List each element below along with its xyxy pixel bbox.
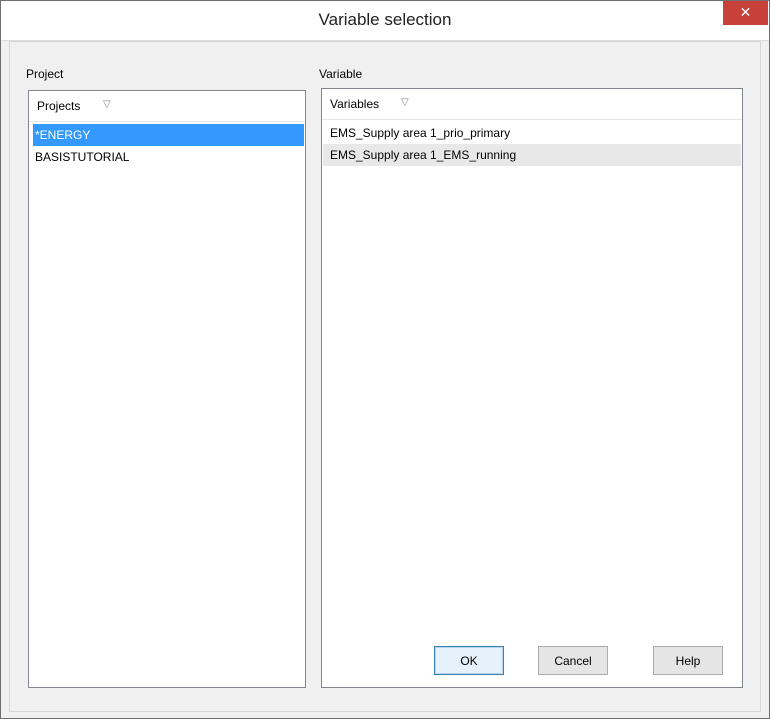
variables-list[interactable]: Variables ▽ EMS_Supply area 1_prio_prima… (321, 88, 743, 688)
project-group-label: Project (26, 67, 64, 81)
dialog-body: Project Projects ▽ *ENERGY BASISTUTORIAL… (9, 41, 761, 712)
title-bar: Variable selection ✕ (1, 1, 769, 41)
variable-group-label: Variable (319, 67, 363, 81)
close-button[interactable]: ✕ (723, 1, 768, 25)
projects-header[interactable]: Projects ▽ (29, 91, 305, 122)
filter-icon[interactable]: ▽ (103, 99, 111, 110)
list-item-variable[interactable]: EMS_Supply area 1_EMS_running (323, 144, 741, 166)
list-item-project[interactable]: BASISTUTORIAL (33, 146, 304, 168)
list-item-variable[interactable]: EMS_Supply area 1_prio_primary (328, 122, 741, 144)
variables-header[interactable]: Variables ▽ (322, 89, 742, 120)
variables-header-label: Variables (330, 97, 380, 111)
close-icon: ✕ (739, 4, 752, 20)
projects-header-label: Projects (37, 99, 81, 113)
list-item-project[interactable]: *ENERGY (33, 124, 304, 146)
filter-icon[interactable]: ▽ (401, 97, 409, 108)
dialog-window: Variable selection ✕ Project Projects ▽ … (0, 0, 770, 719)
dialog-title: Variable selection (318, 10, 452, 29)
cancel-button[interactable]: Cancel (538, 646, 608, 675)
ok-button[interactable]: OK (434, 646, 504, 675)
help-button[interactable]: Help (653, 646, 723, 675)
projects-list[interactable]: Projects ▽ *ENERGY BASISTUTORIAL (28, 90, 306, 688)
